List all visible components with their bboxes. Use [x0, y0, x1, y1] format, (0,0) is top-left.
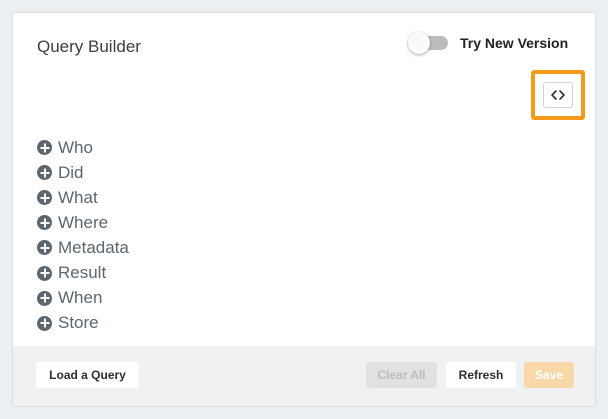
criteria-label[interactable]: Who: [58, 138, 93, 158]
criteria-label[interactable]: Where: [58, 213, 108, 233]
save-button[interactable]: Save: [524, 362, 574, 388]
criteria-label[interactable]: Store: [58, 313, 99, 333]
criteria-item-result[interactable]: Result: [37, 260, 129, 285]
criteria-label[interactable]: Result: [58, 263, 106, 283]
criteria-item-store[interactable]: Store: [37, 311, 129, 336]
page-title: Query Builder: [37, 37, 141, 56]
toggle-knob[interactable]: [408, 32, 430, 54]
plus-circle-icon[interactable]: [37, 265, 52, 281]
criteria-item-did[interactable]: Did: [37, 160, 129, 185]
criteria-item-metadata[interactable]: Metadata: [37, 235, 129, 260]
new-version-toggle[interactable]: [408, 32, 448, 54]
criteria-label[interactable]: What: [58, 188, 98, 208]
criteria-list: Who Did What Where Metadata Result When …: [37, 135, 129, 336]
plus-circle-icon[interactable]: [37, 215, 52, 231]
new-version-toggle-group: Try New Version: [408, 32, 568, 54]
load-query-button[interactable]: Load a Query: [36, 362, 139, 388]
plus-circle-icon[interactable]: [37, 140, 52, 156]
criteria-label[interactable]: Metadata: [58, 238, 129, 258]
clear-all-button[interactable]: Clear All: [366, 362, 437, 388]
criteria-item-where[interactable]: Where: [37, 210, 129, 235]
code-view-button[interactable]: [543, 82, 573, 108]
footer-toolbar: Load a Query Clear All Refresh Save: [13, 346, 595, 406]
code-icon: [551, 90, 565, 100]
code-button-highlight: [531, 70, 585, 120]
plus-circle-icon[interactable]: [37, 240, 52, 256]
new-version-toggle-label[interactable]: Try New Version: [460, 35, 568, 51]
plus-circle-icon[interactable]: [37, 290, 52, 306]
criteria-item-when[interactable]: When: [37, 286, 129, 311]
plus-circle-icon[interactable]: [37, 190, 52, 206]
plus-circle-icon[interactable]: [37, 165, 52, 181]
criteria-item-what[interactable]: What: [37, 185, 129, 210]
plus-circle-icon[interactable]: [37, 315, 52, 331]
criteria-item-who[interactable]: Who: [37, 135, 129, 160]
refresh-button[interactable]: Refresh: [446, 362, 516, 388]
query-builder-panel: Query Builder Try New Version Who Did Wh…: [12, 12, 596, 407]
criteria-label[interactable]: Did: [58, 163, 84, 183]
criteria-label[interactable]: When: [58, 288, 102, 308]
